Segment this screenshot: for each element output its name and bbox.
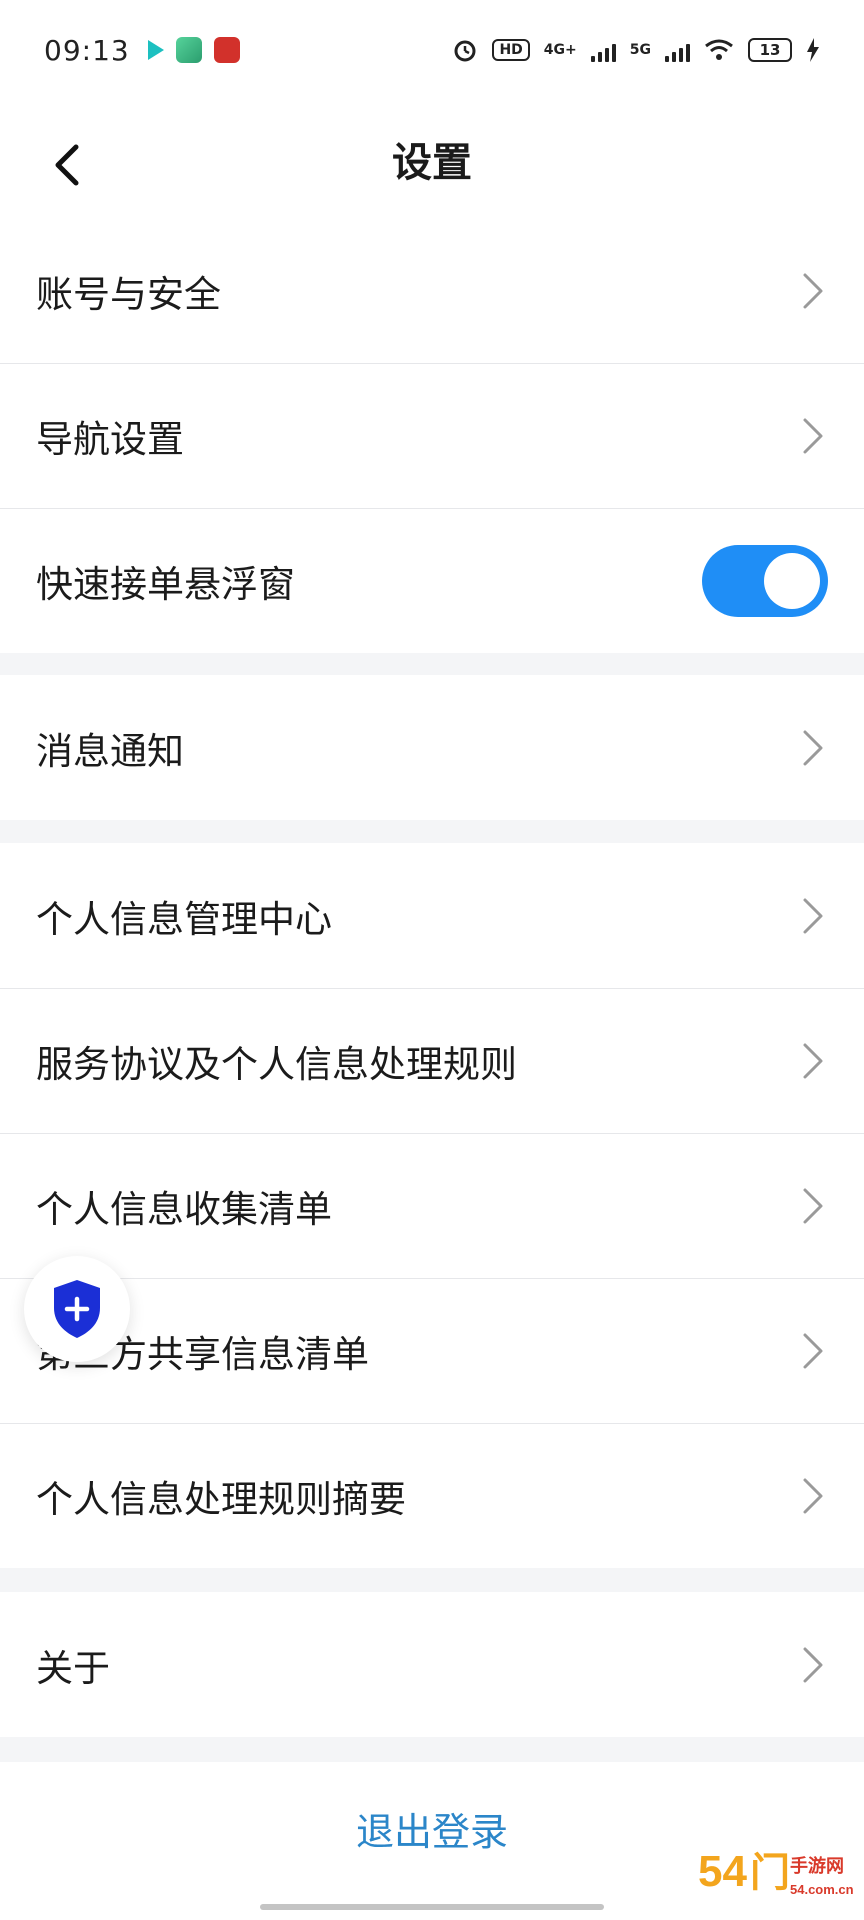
settings-row-floating-window: 快速接单悬浮窗 — [0, 508, 864, 653]
chevron-right-icon — [798, 271, 828, 311]
svg-text:门: 门 — [750, 1851, 790, 1895]
app-bar: 设置 — [0, 100, 864, 230]
settings-group-notifications: 消息通知 — [0, 675, 864, 820]
watermark-logo: 54 门 手游网 54.com.cn — [694, 1842, 854, 1906]
chevron-right-icon — [798, 1186, 828, 1226]
row-label: 消息通知 — [36, 729, 184, 773]
network-5g-label: 5G — [629, 42, 651, 58]
chevron-right-icon — [798, 1476, 828, 1516]
chevron-right-icon — [798, 1041, 828, 1081]
shield-plus-icon — [54, 1280, 100, 1338]
alarm-icon — [454, 40, 476, 62]
status-time: 09:13 — [44, 33, 130, 67]
toggle-knob — [764, 552, 820, 609]
settings-group-privacy: 个人信息管理中心 服务协议及个人信息处理规则 个人信息收集清单 第三方共享信息清… — [0, 843, 864, 1568]
wifi-icon — [705, 39, 733, 60]
settings-group-about: 关于 — [0, 1592, 864, 1737]
settings-row-notifications[interactable]: 消息通知 — [0, 675, 864, 820]
chevron-right-icon — [798, 1331, 828, 1371]
status-left: 09:13 — [44, 34, 240, 67]
status-bar: 09:13 HD 4G+ 5G 13 — [0, 0, 864, 100]
signal-4g-icon — [590, 38, 616, 62]
network-4g-label: 4G+ — [543, 42, 577, 58]
settings-row-account-security[interactable]: 账号与安全 — [0, 218, 864, 363]
app-notification-icon — [213, 37, 240, 63]
svg-text:54: 54 — [698, 1847, 747, 1896]
status-right: HD 4G+ 5G 13 — [452, 37, 820, 63]
settings-row-rules-summary[interactable]: 个人信息处理规则摘要 — [0, 1423, 864, 1568]
hd-badge: HD — [492, 39, 530, 61]
battery-level: 13 — [759, 41, 781, 59]
charging-icon — [807, 38, 819, 62]
chevron-right-icon — [798, 416, 828, 456]
home-indicator[interactable] — [260, 1904, 604, 1910]
row-label: 账号与安全 — [36, 272, 221, 316]
svg-text:手游网: 手游网 — [790, 1855, 844, 1877]
chevron-right-icon — [798, 728, 828, 768]
floating-window-toggle[interactable] — [702, 544, 828, 617]
chevron-right-icon — [798, 896, 828, 936]
row-label: 关于 — [36, 1646, 110, 1690]
row-label: 个人信息管理中心 — [36, 897, 332, 941]
signal-5g-icon — [665, 38, 690, 62]
page-title: 设置 — [392, 140, 472, 186]
settings-row-collection-list[interactable]: 个人信息收集清单 — [0, 1133, 864, 1278]
settings-row-third-party-list[interactable]: 第三方共享信息清单 — [0, 1278, 864, 1423]
navigation-arrow-icon — [147, 40, 164, 60]
floating-shield-button[interactable] — [24, 1256, 130, 1362]
row-label: 服务协议及个人信息处理规则 — [36, 1042, 517, 1086]
settings-group-account: 账号与安全 导航设置 快速接单悬浮窗 — [0, 218, 864, 653]
settings-row-personal-info-center[interactable]: 个人信息管理中心 — [0, 843, 864, 988]
settings-row-service-agreement[interactable]: 服务协议及个人信息处理规则 — [0, 988, 864, 1133]
row-label: 快速接单悬浮窗 — [36, 562, 295, 606]
row-label: 个人信息收集清单 — [36, 1187, 332, 1231]
row-label: 个人信息处理规则摘要 — [36, 1477, 406, 1521]
row-label: 导航设置 — [36, 417, 184, 461]
settings-row-navigation[interactable]: 导航设置 — [0, 363, 864, 508]
status-app-icons — [147, 37, 240, 63]
svg-text:54.com.cn: 54.com.cn — [790, 1882, 854, 1897]
row-label: 第三方共享信息清单 — [36, 1332, 369, 1376]
settings-row-about[interactable]: 关于 — [0, 1592, 864, 1737]
chevron-right-icon — [798, 1645, 828, 1685]
app-notification-icon — [175, 37, 202, 63]
battery-icon: 13 — [748, 38, 792, 62]
